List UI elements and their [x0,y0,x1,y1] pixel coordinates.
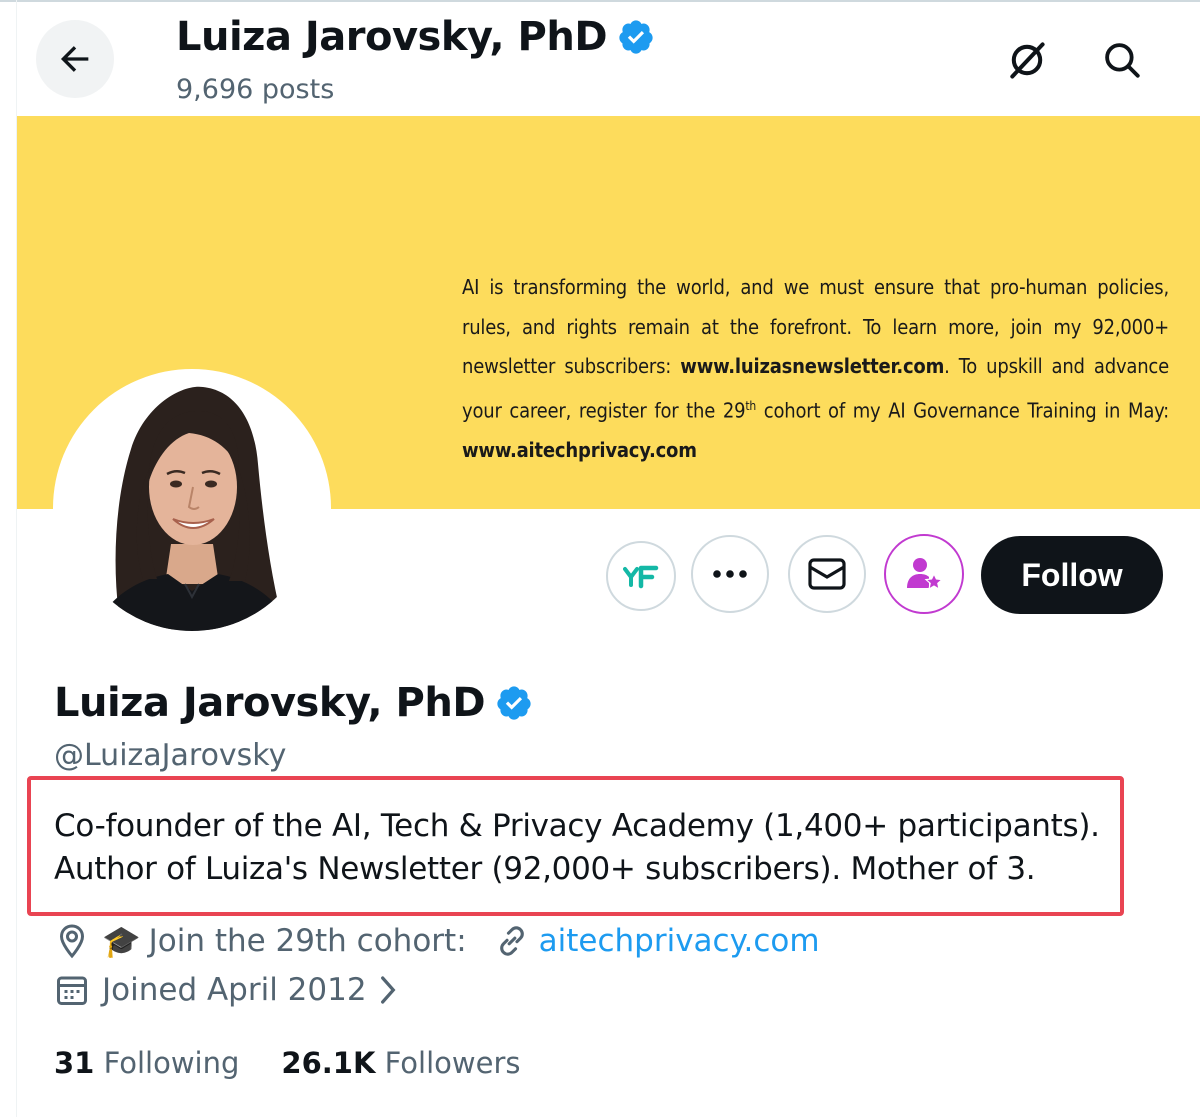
bio-line-2: Author of Luiza's Newsletter (92,000+ su… [54,851,1036,887]
graduation-cap-emoji: 🎓 [102,923,141,960]
back-arrow-icon [60,46,89,72]
follow-stats: 31 Following 26.1K Followers [54,1046,520,1080]
bio-line-1: Co-founder of the AI, Tech & Privacy Aca… [54,808,1100,844]
header-name-text: Luiza Jarovsky, PhD [176,14,608,60]
extension-button[interactable] [606,541,676,611]
message-button[interactable] [788,535,866,613]
banner-superscript: th [745,398,757,413]
back-button[interactable] [36,20,114,98]
following-count: 31 [54,1046,95,1080]
verified-badge-icon [619,20,653,54]
joined-date: Joined April 2012 [102,972,367,1008]
location-text: Join the 29th cohort: [148,923,467,959]
profile-meta-row: 🎓 Join the 29th cohort: aitechprivacy.co… [54,922,820,960]
chevron-right-icon [377,974,399,1006]
calendar-icon [54,972,90,1008]
subscribe-icon [907,558,944,591]
avatar[interactable] [53,369,331,647]
verified-badge-icon[interactable] [495,684,533,722]
followers-count: 26.1K [281,1046,376,1080]
grok-icon [1010,42,1045,79]
header-title: Luiza Jarovsky, PhD [176,14,655,60]
avatar-photo [69,385,315,631]
profile-name-text: Luiza Jarovsky, PhD [54,680,486,726]
search-icon [1105,43,1140,78]
profile-name: Luiza Jarovsky, PhD [54,680,533,726]
follow-button[interactable]: Follow [981,536,1163,614]
followers-label: Followers [384,1046,521,1080]
top-border [0,0,1200,2]
banner-newsletter-link: www.luizasnewsletter.com [680,354,945,378]
following-label: Following [103,1046,240,1080]
profile-handle: @LuizaJarovsky [54,738,287,773]
profile-bio: Co-founder of the AI, Tech & Privacy Aca… [54,805,1134,891]
following-stat[interactable]: 31 Following [54,1046,239,1080]
followers-stat[interactable]: 26.1K Followers [281,1046,520,1080]
posts-count: 9,696 posts [176,74,335,105]
banner-training-link: www.aitechprivacy.com [462,437,697,462]
joined-row[interactable]: Joined April 2012 [54,972,399,1008]
location-icon [54,922,90,960]
extension-icon [623,565,659,589]
website-link[interactable]: aitechprivacy.com [539,923,820,959]
more-icon [713,570,747,578]
banner-text: AI is transforming the world, and we mus… [462,268,1169,470]
search-button[interactable] [1098,36,1146,84]
message-icon [808,558,846,590]
grok-button[interactable] [1003,36,1051,84]
subscribe-button[interactable] [884,534,964,614]
link-icon [495,924,529,958]
banner-text-part: cohort of my AI Governance Training in M… [756,398,1169,423]
more-button[interactable] [691,535,769,613]
